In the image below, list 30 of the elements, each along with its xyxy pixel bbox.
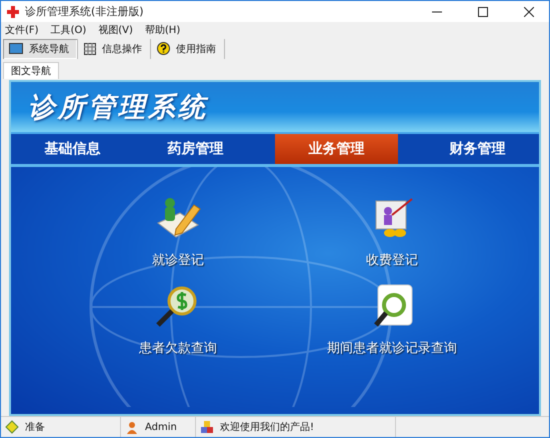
status-text: 欢迎使用我们的产品! (220, 420, 314, 434)
maximize-icon (478, 6, 488, 16)
tab[interactable]: 图文导航 (3, 62, 59, 79)
monitor-icon (9, 43, 23, 54)
menu-item[interactable]: 文件(F) (5, 23, 39, 38)
nav-tab[interactable]: 财务管理 (416, 134, 539, 164)
menu-item[interactable]: 工具(O) (50, 23, 86, 38)
status-text: Admin (145, 422, 177, 433)
grid-icon (84, 42, 96, 55)
menu-item[interactable]: 帮助(H) (144, 23, 180, 38)
cross-icon (7, 6, 19, 18)
status-text: 准备 (25, 420, 45, 434)
user-icon (125, 420, 139, 434)
help-icon (157, 42, 170, 56)
warning-diamond-icon (5, 420, 19, 434)
nav-tab[interactable]: 业务管理 (275, 134, 398, 164)
nav-tab[interactable]: 药房管理 (134, 134, 257, 164)
toolbar-button[interactable]: 使用指南 (151, 38, 225, 59)
banner-title: 诊所管理系统 (28, 90, 208, 125)
action-button[interactable]: 就诊登记 (152, 194, 204, 269)
toolbar-button[interactable]: 信息操作 (78, 38, 151, 59)
cubes-icon (200, 420, 214, 434)
menu-item[interactable]: 视图(V) (98, 23, 133, 38)
action-button[interactable]: 收费登记 (366, 194, 418, 269)
window-title: 诊所管理系统(非注册版) (25, 4, 145, 19)
action-button[interactable]: 患者欠款查询 (139, 282, 217, 357)
close-icon (524, 6, 534, 16)
toolbar-button[interactable]: 系统导航 (3, 38, 78, 59)
nav-tab[interactable]: 基础信息 (11, 134, 134, 164)
action-button[interactable]: 期间患者就诊记录查询 (327, 282, 457, 357)
